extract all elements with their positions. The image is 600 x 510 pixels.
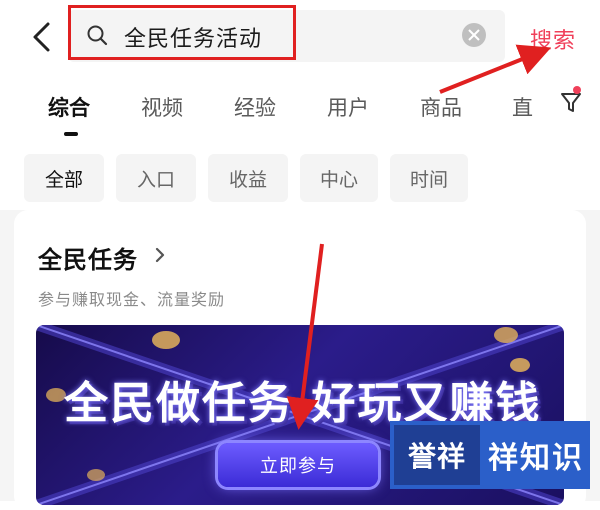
chevron-right-icon[interactable] [150,243,170,267]
tab-products[interactable]: 商品 [420,92,462,122]
chip-earnings[interactable]: 收益 [208,154,288,202]
tab-users[interactable]: 用户 [327,92,369,122]
watermark-text: 祥知识 [488,441,584,476]
back-icon[interactable] [28,20,56,54]
notification-dot [573,86,581,94]
watermark-badge: 誉祥 [394,425,480,485]
active-tab-indicator [64,132,78,136]
chip-entrance[interactable]: 入口 [116,154,196,202]
tab-comprehensive[interactable]: 综合 [48,92,90,122]
tab-experience[interactable]: 经验 [234,92,276,122]
tab-live[interactable]: 直 [512,92,533,122]
card-title[interactable]: 全民任务 [38,240,138,275]
highlight-box-annotation [68,5,296,60]
watermark: 誉祥 祥知识 [390,421,590,489]
clear-icon[interactable] [462,23,486,47]
card-subtitle: 参与赚取现金、流量奖励 [38,290,226,309]
tab-video[interactable]: 视频 [141,92,183,122]
join-now-button[interactable]: 立即参与 [218,443,378,487]
chip-time[interactable]: 时间 [390,154,468,202]
search-button[interactable]: 搜索 [530,23,576,55]
chip-all[interactable]: 全部 [24,154,104,202]
chip-center[interactable]: 中心 [300,154,378,202]
